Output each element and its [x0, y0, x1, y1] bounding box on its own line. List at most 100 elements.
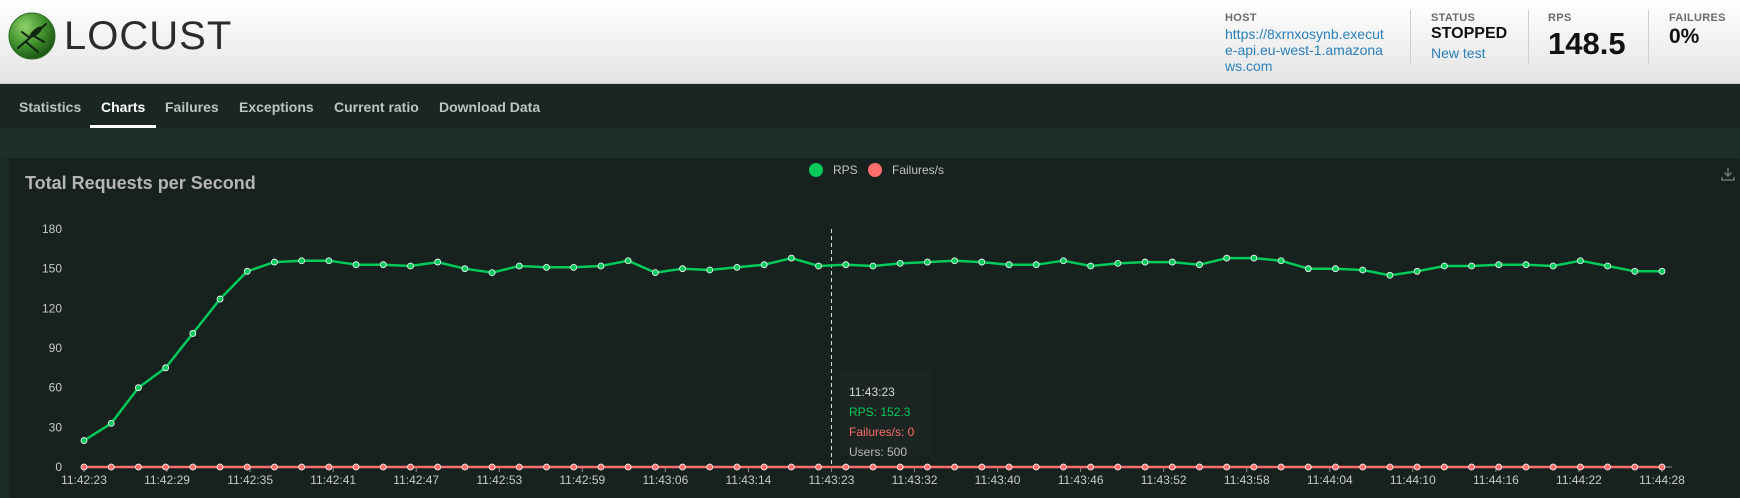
data-point-failures — [1332, 463, 1339, 471]
data-point-rps — [1468, 262, 1475, 270]
data-point-rps — [570, 263, 578, 271]
data-point-rps — [760, 261, 768, 269]
data-point-failures — [1277, 463, 1285, 471]
data-point-rps — [1522, 261, 1530, 269]
x-tick-label: 11:42:53 — [476, 473, 522, 487]
data-point-rps — [1440, 262, 1448, 270]
data-point-rps — [1304, 265, 1312, 273]
x-tick-label: 11:42:23 — [61, 473, 107, 487]
data-point-failures — [461, 463, 469, 471]
data-point-failures — [488, 463, 496, 471]
data-point-failures — [543, 463, 550, 471]
data-point-rps — [1332, 265, 1339, 273]
data-point-rps — [869, 262, 877, 270]
data-point-failures — [1060, 463, 1067, 471]
chart-tooltip: 11:43:23 RPS: 152.3 Failures/s: 0 Users:… — [839, 370, 931, 459]
x-tick-label: 11:43:32 — [892, 473, 938, 487]
data-point-failures — [243, 463, 251, 471]
data-point-rps — [1168, 258, 1176, 266]
data-point-failures — [1114, 463, 1122, 471]
y-tick-label: 60 — [49, 381, 63, 395]
x-tick-label: 11:42:47 — [393, 473, 439, 487]
data-point-rps — [216, 295, 224, 303]
data-point-failures — [1196, 463, 1203, 471]
x-tick-label: 11:43:23 — [809, 473, 855, 487]
data-point-rps — [515, 262, 523, 270]
data-point-failures — [1576, 463, 1584, 471]
data-point-failures — [978, 463, 986, 471]
data-point-rps — [488, 269, 496, 277]
x-tick-label: 11:43:14 — [726, 473, 772, 487]
data-point-failures — [1631, 463, 1639, 471]
data-point-failures — [1359, 463, 1367, 471]
data-point-failures — [815, 463, 822, 471]
data-point-failures — [787, 463, 795, 471]
data-point-rps — [1413, 267, 1421, 275]
data-point-rps — [733, 263, 741, 271]
data-point-failures — [1087, 463, 1095, 471]
data-point-failures — [1223, 463, 1231, 471]
data-point-failures — [1168, 463, 1176, 471]
tooltip-time: 11:43:23 — [849, 385, 895, 399]
data-point-rps — [271, 258, 278, 266]
data-point-rps — [1549, 262, 1557, 270]
data-point-failures — [189, 463, 197, 471]
x-tick-label: 11:43:06 — [642, 473, 688, 487]
data-point-failures — [924, 463, 931, 471]
data-point-rps — [1277, 257, 1285, 265]
x-tick-label: 11:42:35 — [227, 473, 273, 487]
data-point-rps — [1658, 267, 1666, 275]
data-point-rps — [1576, 257, 1584, 265]
data-point-failures — [597, 463, 605, 471]
data-point-failures — [80, 463, 88, 471]
x-tick-label: 11:42:41 — [310, 473, 356, 487]
data-point-failures — [570, 463, 578, 471]
data-point-rps — [352, 261, 360, 269]
y-tick-label: 180 — [42, 222, 62, 236]
data-point-failures — [1522, 463, 1530, 471]
data-point-rps — [1005, 261, 1013, 269]
data-point-rps — [651, 269, 659, 277]
y-tick-label: 120 — [42, 301, 62, 315]
data-point-failures — [1468, 463, 1475, 471]
data-point-failures — [706, 463, 714, 471]
data-point-failures — [1495, 463, 1503, 471]
data-point-rps — [461, 265, 469, 273]
data-point-rps — [924, 258, 931, 266]
data-point-rps — [1250, 254, 1258, 262]
data-point-failures — [760, 463, 768, 471]
data-point-failures — [951, 463, 959, 471]
data-point-rps — [135, 384, 142, 392]
data-point-failures — [1440, 463, 1448, 471]
data-point-failures — [515, 463, 523, 471]
data-point-rps — [1631, 267, 1639, 275]
data-point-rps — [1386, 271, 1394, 279]
y-tick-label: 0 — [55, 460, 62, 474]
data-point-failures — [271, 463, 278, 471]
data-point-failures — [298, 463, 306, 471]
data-point-failures — [325, 463, 333, 471]
data-point-rps — [107, 419, 115, 427]
x-tick-label: 11:44:16 — [1473, 473, 1519, 487]
data-point-failures — [651, 463, 659, 471]
x-tick-label: 11:43:58 — [1224, 473, 1270, 487]
data-point-rps — [543, 263, 550, 271]
y-tick-label: 90 — [49, 341, 63, 355]
data-point-rps — [842, 261, 850, 269]
data-point-rps — [1032, 261, 1040, 269]
data-point-rps — [1359, 266, 1367, 274]
data-point-failures — [1549, 463, 1557, 471]
data-point-rps — [407, 262, 414, 270]
data-point-rps — [1223, 254, 1231, 262]
data-point-failures — [1141, 463, 1149, 471]
x-tick-label: 11:44:22 — [1556, 473, 1602, 487]
data-point-rps — [706, 266, 714, 274]
data-point-failures — [434, 463, 442, 471]
data-point-rps — [815, 262, 822, 270]
data-point-rps — [1495, 261, 1503, 269]
tooltip-failures: Failures/s: 0 — [849, 425, 915, 439]
data-point-rps — [325, 257, 333, 265]
data-point-failures — [1005, 463, 1013, 471]
x-tick-label: 11:43:46 — [1058, 473, 1104, 487]
data-point-failures — [1032, 463, 1040, 471]
